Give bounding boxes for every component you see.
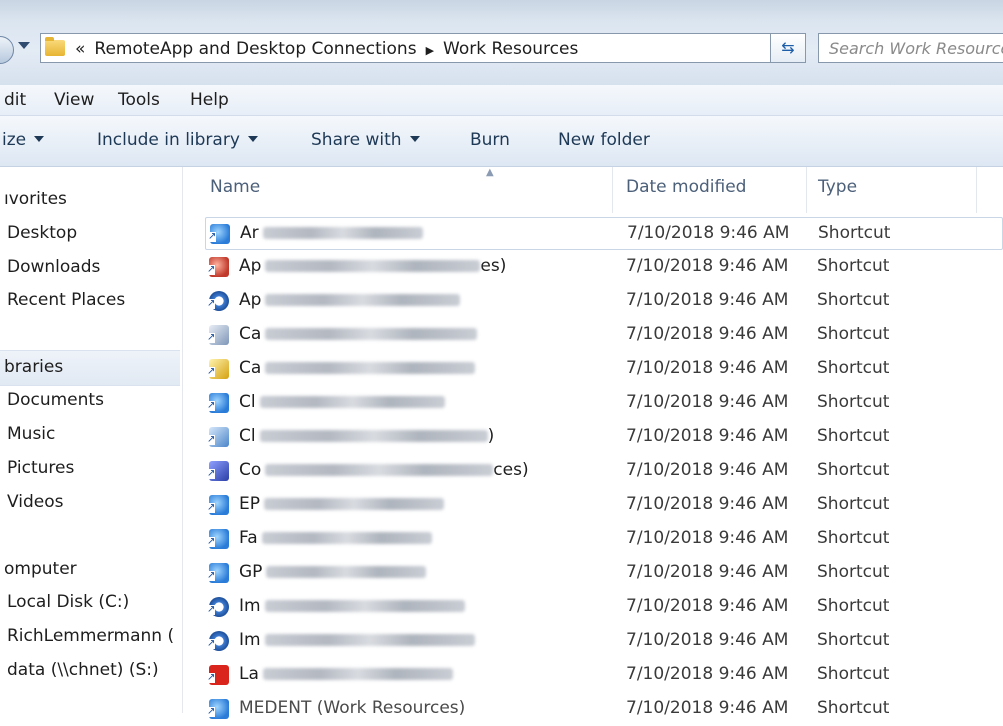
new-folder-button[interactable]: New folder [558, 130, 650, 150]
nav-item-downloads[interactable]: Downloads [7, 257, 100, 277]
burn-button[interactable]: Burn [470, 130, 510, 150]
chevron-down-icon [34, 136, 45, 142]
file-row[interactable]: GP 7/10/2018 9:46 AMShortcut [205, 557, 1003, 590]
recent-pages-dropdown-icon[interactable] [18, 42, 30, 49]
disc-app-icon [207, 597, 229, 617]
file-row[interactable]: Ca 7/10/2018 9:46 AMShortcut [205, 319, 1003, 352]
back-button[interactable] [0, 36, 14, 64]
file-row[interactable]: Coces) 7/10/2018 9:46 AMShortcut [205, 455, 1003, 488]
nav-item-data-drive[interactable]: data (\\chnet) (S:) [7, 660, 159, 680]
redacted-text [262, 668, 453, 680]
file-row[interactable]: Fa 7/10/2018 9:46 AMShortcut [205, 523, 1003, 556]
disc-app-icon [207, 291, 229, 311]
breadcrumb: « RemoteApp and Desktop Connections ▶ Work … [75, 39, 587, 59]
column-divider[interactable] [976, 167, 977, 213]
column-header-date-modified[interactable]: Date modified [626, 177, 746, 197]
nav-item-recent-places[interactable]: Recent Places [7, 290, 125, 310]
redacted-text [265, 362, 476, 374]
redacted-text [261, 532, 432, 544]
nav-item-user-drive[interactable]: RichLemmermann ( [7, 626, 174, 646]
rdp-shortcut-icon [207, 529, 229, 549]
column-divider[interactable] [806, 167, 807, 213]
nav-item-videos[interactable]: Videos [7, 492, 64, 512]
title-bar: « RemoteApp and Desktop Connections ▶ Work … [0, 0, 1003, 85]
blue-app-icon [207, 461, 229, 481]
file-row[interactable]: MEDENT (Work Resources) 7/10/2018 9:46 A… [205, 693, 1003, 726]
sort-ascending-icon: ▲ [486, 167, 494, 178]
organize-button[interactable]: ize [2, 130, 45, 150]
chart-app-icon [207, 427, 229, 447]
menu-tools[interactable]: Tools [118, 90, 160, 110]
search-input[interactable]: Search Work Resources [818, 33, 1003, 63]
column-headers: ▲ Name Date modified Type [200, 167, 1003, 213]
redacted-text [265, 260, 481, 272]
file-row[interactable]: Ar 7/10/2018 9:46 AMShortcut [205, 217, 1003, 250]
redacted-text [264, 600, 465, 612]
nav-item-pictures[interactable]: Pictures [7, 458, 74, 478]
file-row[interactable]: La 7/10/2018 9:46 AMShortcut [205, 659, 1003, 692]
address-bar[interactable]: « RemoteApp and Desktop Connections ▶ Work … [40, 33, 797, 63]
redacted-text [264, 634, 475, 646]
file-row[interactable]: Im 7/10/2018 9:46 AMShortcut [205, 591, 1003, 624]
redacted-text [265, 328, 478, 340]
folder-icon [45, 37, 65, 56]
menu-bar: dit View Tools Help [0, 85, 1003, 116]
rdp-shortcut-icon [207, 699, 229, 719]
breadcrumb-overflow-chevron[interactable]: « [75, 39, 85, 59]
nav-favorites-header[interactable]: ıvorites [4, 189, 67, 209]
file-row[interactable]: EP 7/10/2018 9:46 AMShortcut [205, 489, 1003, 522]
nav-computer-header[interactable]: omputer [4, 559, 77, 579]
menu-edit[interactable]: dit [4, 90, 26, 110]
rdp-shortcut-icon [207, 495, 229, 515]
rdp-shortcut-icon [207, 563, 229, 583]
refresh-button[interactable]: ⇆ [770, 33, 806, 63]
menu-view[interactable]: View [54, 90, 94, 110]
column-header-name[interactable]: Name [210, 177, 260, 197]
redacted-text [265, 294, 461, 306]
nav-item-music[interactable]: Music [7, 424, 55, 444]
window-app-icon [207, 325, 229, 345]
rdp-shortcut-icon [207, 393, 229, 413]
redacted-text [262, 227, 423, 239]
breadcrumb-separator-icon[interactable]: ▶ [426, 44, 434, 57]
key-app-icon [207, 359, 229, 379]
share-with-button[interactable]: Share with [311, 130, 420, 150]
nav-libraries-header[interactable]: braries [4, 357, 63, 377]
nav-item-desktop[interactable]: Desktop [7, 223, 77, 243]
breadcrumb-work-resources[interactable]: Work Resources [443, 39, 578, 59]
file-row[interactable]: Im 7/10/2018 9:46 AMShortcut [205, 625, 1003, 658]
red-app-icon [207, 665, 229, 685]
file-row[interactable]: Ap 7/10/2018 9:46 AMShortcut [205, 285, 1003, 318]
disc-app-icon [207, 631, 229, 651]
navigation-pane: ıvorites Desktop Downloads Recent Places… [0, 167, 183, 713]
redacted-text [265, 464, 494, 476]
redacted-text [266, 566, 427, 578]
redacted-text [259, 430, 488, 442]
command-bar: ize Include in library Share with Burn N… [0, 116, 1003, 167]
chevron-down-icon [409, 136, 420, 142]
column-header-type[interactable]: Type [818, 177, 857, 197]
file-row[interactable]: Ca 7/10/2018 9:46 AMShortcut [205, 353, 1003, 386]
nav-item-local-disk[interactable]: Local Disk (C:) [7, 592, 129, 612]
column-divider[interactable] [612, 167, 613, 213]
redacted-text [259, 396, 445, 408]
redacted-text [264, 498, 444, 510]
include-in-library-button[interactable]: Include in library [97, 130, 258, 150]
breadcrumb-remoteapp[interactable]: RemoteApp and Desktop Connections [94, 39, 416, 59]
remote-app-icon [207, 257, 229, 277]
menu-help[interactable]: Help [190, 90, 229, 110]
file-row[interactable]: Apes) 7/10/2018 9:46 AMShortcut [205, 251, 1003, 284]
file-row[interactable]: Cl 7/10/2018 9:46 AMShortcut [205, 387, 1003, 420]
rdp-shortcut-icon [208, 224, 230, 244]
chevron-down-icon [247, 136, 258, 142]
nav-item-documents[interactable]: Documents [7, 390, 104, 410]
file-row[interactable]: Cl) 7/10/2018 9:46 AMShortcut [205, 421, 1003, 454]
